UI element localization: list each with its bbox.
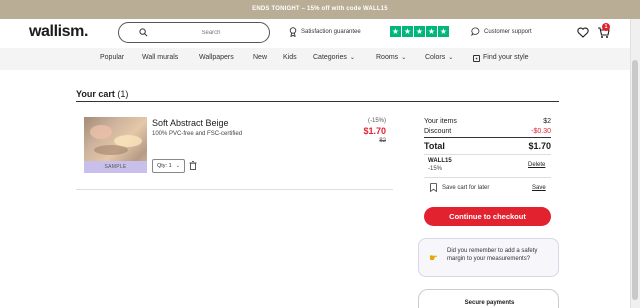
summary-items-row: Your items $2 <box>424 118 551 125</box>
search-bar[interactable] <box>118 22 270 43</box>
tip-text: Did you remember to add a safety margin … <box>447 248 538 262</box>
bookmark-icon <box>430 183 437 192</box>
product-subtitle: 100% PVC-free and FSC-certified <box>152 131 243 137</box>
nav-item-find-your-style[interactable]: ✦ Find your style <box>473 54 529 62</box>
items-label: Your items <box>424 118 457 125</box>
total-value: $1.70 <box>528 141 551 151</box>
image-texture <box>90 125 112 139</box>
item-price: $1.70 <box>363 126 386 136</box>
divider <box>76 189 393 190</box>
cart-count: (1) <box>117 89 129 99</box>
site-header: wallism. Satisfaction guarantee ★ ★ ★ ★ … <box>0 19 630 48</box>
checkout-button[interactable]: Continue to checkout <box>424 207 551 226</box>
chevron-down-icon: ⌄ <box>448 55 454 61</box>
product-name[interactable]: Soft Abstract Beige <box>152 118 229 128</box>
image-texture <box>94 145 128 155</box>
divider <box>76 101 559 102</box>
support-label: Customer support <box>484 29 532 35</box>
nav-item-kids[interactable]: Kids <box>283 54 297 61</box>
pointing-hand-icon: ☛ <box>429 253 438 264</box>
discount-value: -$0.30 <box>531 128 551 135</box>
style-quiz-icon: ✦ <box>473 55 480 62</box>
discount-code-percent: -15% <box>428 166 443 172</box>
chevron-down-icon: ⌄ <box>349 55 355 61</box>
nav-rooms-label: Rooms <box>376 54 399 61</box>
page-title: Your cart (1) <box>76 89 128 99</box>
secure-payments-title: Secure payments <box>464 300 515 306</box>
search-icon <box>139 28 148 37</box>
divider <box>424 154 551 155</box>
star-icon: ★ <box>438 26 449 37</box>
nav-item-rooms[interactable]: Rooms ⌄ <box>376 54 406 61</box>
logo[interactable]: wallism. <box>29 23 88 41</box>
star-icon: ★ <box>390 26 401 37</box>
star-icon: ★ <box>402 26 413 37</box>
quantity-label: Qty: 1 <box>157 163 172 169</box>
sample-badge: SAMPLE <box>84 161 147 173</box>
summary-discount-row: Discount -$0.30 <box>424 128 551 135</box>
search-input[interactable] <box>159 26 263 40</box>
divider <box>424 177 551 178</box>
discount-code: WALL15 <box>428 158 452 164</box>
quantity-select[interactable]: Qty: 1 ⌄ <box>152 159 185 173</box>
satisfaction-label: Satisfaction guarantee <box>301 29 361 35</box>
nav-item-wall-murals[interactable]: Wall murals <box>142 54 178 61</box>
chat-bubble-icon <box>471 27 480 36</box>
cart-title: Your cart <box>76 89 115 99</box>
save-cart-label: Save cart for later <box>442 185 490 191</box>
nav-item-wallpapers[interactable]: Wallpapers <box>199 54 234 61</box>
star-icon: ★ <box>426 26 437 37</box>
secure-payments-box: Secure payments <box>418 289 559 308</box>
discount-percent: (-15%) <box>367 118 386 124</box>
chevron-down-icon: ⌄ <box>175 163 180 169</box>
total-label: Total <box>424 141 445 151</box>
item-old-price: $2 <box>379 138 386 144</box>
save-cart-link[interactable]: Save <box>532 185 546 191</box>
chevron-down-icon: ⌄ <box>401 55 407 61</box>
nav-item-categories[interactable]: Categories ⌄ <box>313 54 355 61</box>
trash-icon[interactable] <box>189 161 197 170</box>
nav-item-popular[interactable]: Popular <box>100 54 124 61</box>
divider <box>424 137 551 138</box>
nav-find-your-style-label: Find your style <box>483 54 529 61</box>
summary-total-row: Total $1.70 <box>424 141 551 151</box>
nav-item-new[interactable]: New <box>253 54 267 61</box>
trustpilot-rating[interactable]: ★ ★ ★ ★ ★ <box>390 26 449 37</box>
discount-label: Discount <box>424 128 452 135</box>
nav-colors-label: Colors <box>425 54 446 61</box>
cart-count-badge: 1 <box>602 23 610 31</box>
heart-icon[interactable] <box>577 27 589 38</box>
scrollbar-thumb[interactable] <box>632 60 638 300</box>
nav-item-colors[interactable]: Colors ⌄ <box>425 54 453 61</box>
promo-banner: ENDS TONIGHT – 15% off with code WALL15 <box>0 0 640 19</box>
nav-categories-label: Categories <box>313 54 347 61</box>
safety-margin-tip: ☛ Did you remember to add a safety margi… <box>418 238 559 277</box>
badge-icon <box>289 27 297 37</box>
main-nav: Popular Wall murals Wallpapers New Kids … <box>0 48 630 70</box>
delete-code-link[interactable]: Delete <box>528 162 545 168</box>
star-icon: ★ <box>414 26 425 37</box>
items-value: $2 <box>543 118 551 125</box>
